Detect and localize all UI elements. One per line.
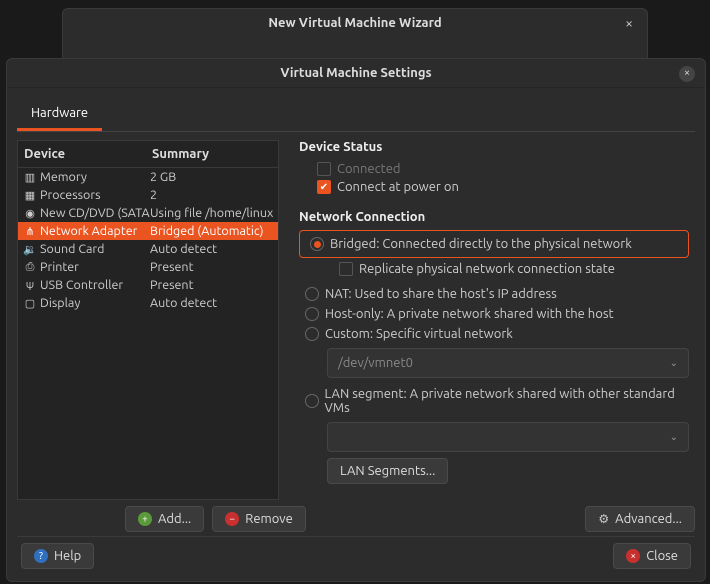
- device-summary: Bridged (Automatic): [150, 224, 274, 238]
- gear-icon: ⚙: [598, 512, 609, 526]
- replicate-checkbox-row[interactable]: Replicate physical network connection st…: [299, 260, 689, 278]
- lanseg-label: LAN segment: A private network shared wi…: [325, 387, 689, 415]
- header-summary: Summary: [152, 147, 272, 161]
- connected-checkbox: [317, 162, 331, 176]
- display-icon: ▢: [22, 297, 38, 310]
- device-summary: 2 GB: [150, 170, 274, 184]
- device-name: USB Controller: [40, 278, 150, 292]
- device-row-network-adapter[interactable]: ⋔ Network Adapter Bridged (Automatic): [18, 222, 278, 240]
- remove-label: Remove: [245, 512, 293, 526]
- connected-label: Connected: [337, 162, 401, 176]
- chevron-down-icon: ⌄: [670, 431, 678, 443]
- device-name: Network Adapter: [40, 224, 150, 238]
- network-icon: ⋔: [22, 225, 38, 238]
- device-row-processors[interactable]: ▦ Processors 2: [18, 186, 278, 204]
- remove-button[interactable]: − Remove: [212, 506, 306, 532]
- help-button[interactable]: ? Help: [21, 543, 94, 569]
- chevron-down-icon: ⌄: [670, 357, 678, 369]
- disc-icon: ◉: [22, 207, 38, 220]
- device-name: Display: [40, 296, 150, 310]
- device-list: Device Summary ▥ Memory 2 GB ▦ Processor…: [17, 140, 279, 500]
- custom-radio-row[interactable]: Custom: Specific virtual network: [299, 324, 689, 344]
- hostonly-radio-row[interactable]: Host-only: A private network shared with…: [299, 304, 689, 324]
- printer-icon: ⎙: [22, 261, 38, 274]
- tab-hardware[interactable]: Hardware: [17, 98, 102, 131]
- settings-title: Virtual Machine Settings: [7, 59, 705, 88]
- usb-icon: ψ: [22, 279, 38, 291]
- settings-close-icon[interactable]: ×: [679, 66, 695, 82]
- replicate-checkbox[interactable]: [339, 262, 353, 276]
- lanseg-dropdown[interactable]: ⌄: [327, 422, 689, 452]
- footer: ? Help × Close: [17, 536, 695, 575]
- nat-radio[interactable]: [305, 287, 319, 301]
- nat-radio-row[interactable]: NAT: Used to share the host's IP address: [299, 284, 689, 304]
- header-device: Device: [24, 147, 152, 161]
- connected-checkbox-row: Connected: [299, 160, 689, 178]
- custom-label: Custom: Specific virtual network: [325, 327, 513, 341]
- device-list-header: Device Summary: [18, 141, 278, 168]
- power-on-checkbox-row[interactable]: ✔ Connect at power on: [299, 178, 689, 196]
- hostonly-radio[interactable]: [305, 307, 319, 321]
- lan-segments-button[interactable]: LAN Segments...: [327, 458, 448, 484]
- network-connection-title: Network Connection: [299, 210, 689, 224]
- device-summary: Auto detect: [150, 242, 274, 256]
- close-label: Close: [646, 549, 678, 563]
- lanseg-radio-row[interactable]: LAN segment: A private network shared wi…: [299, 384, 689, 418]
- bridged-radio[interactable]: [310, 237, 324, 251]
- custom-network-value: /dev/vmnet0: [338, 356, 413, 370]
- plus-icon: +: [138, 512, 152, 526]
- device-summary: Auto detect: [150, 296, 274, 310]
- device-row-printer[interactable]: ⎙ Printer Present: [18, 258, 278, 276]
- hostonly-label: Host-only: A private network shared with…: [325, 307, 614, 321]
- device-status-title: Device Status: [299, 140, 689, 154]
- advanced-button[interactable]: ⚙ Advanced...: [585, 506, 695, 532]
- device-row-memory[interactable]: ▥ Memory 2 GB: [18, 168, 278, 186]
- right-panel: Device Status Connected ✔ Connect at pow…: [293, 140, 695, 504]
- nat-label: NAT: Used to share the host's IP address: [325, 287, 557, 301]
- tabs: Hardware: [17, 98, 695, 132]
- lanseg-radio[interactable]: [305, 394, 319, 408]
- device-summary: Present: [150, 278, 274, 292]
- device-name: Processors: [40, 188, 150, 202]
- add-label: Add...: [158, 512, 191, 526]
- custom-network-dropdown[interactable]: /dev/vmnet0 ⌄: [327, 348, 689, 378]
- wizard-title: New Virtual Machine Wizard: [63, 9, 647, 37]
- bridged-radio-highlight: Bridged: Connected directly to the physi…: [299, 230, 689, 258]
- power-on-checkbox[interactable]: ✔: [317, 180, 331, 194]
- close-icon: ×: [626, 549, 640, 563]
- bridged-radio-row[interactable]: Bridged: Connected directly to the physi…: [304, 234, 684, 254]
- wizard-close-icon[interactable]: ×: [625, 16, 633, 30]
- device-name: Printer: [40, 260, 150, 274]
- device-row-display[interactable]: ▢ Display Auto detect: [18, 294, 278, 312]
- replicate-label: Replicate physical network connection st…: [359, 262, 615, 276]
- memory-icon: ▥: [22, 171, 38, 184]
- device-summary: Present: [150, 260, 274, 274]
- device-name: Memory: [40, 170, 150, 184]
- lan-segments-label: LAN Segments...: [340, 464, 435, 478]
- advanced-label: Advanced...: [615, 512, 682, 526]
- device-row-cd-dvd[interactable]: ◉ New CD/DVD (SATA) Using file /home/lin…: [18, 204, 278, 222]
- device-row-usb-controller[interactable]: ψ USB Controller Present: [18, 276, 278, 294]
- help-label: Help: [54, 549, 81, 563]
- minus-icon: −: [225, 512, 239, 526]
- processor-icon: ▦: [22, 189, 38, 202]
- device-summary: Using file /home/linuxte: [150, 206, 274, 220]
- device-name: New CD/DVD (SATA): [40, 206, 150, 220]
- custom-radio[interactable]: [305, 327, 319, 341]
- close-button[interactable]: × Close: [613, 543, 691, 569]
- device-row-sound-card[interactable]: 🔉 Sound Card Auto detect: [18, 240, 278, 258]
- device-summary: 2: [150, 188, 274, 202]
- add-button[interactable]: + Add...: [125, 506, 204, 532]
- help-icon: ?: [34, 549, 48, 563]
- bridged-label: Bridged: Connected directly to the physi…: [330, 237, 632, 251]
- settings-window: Virtual Machine Settings × Hardware Devi…: [6, 58, 706, 582]
- device-name: Sound Card: [40, 242, 150, 256]
- sound-icon: 🔉: [22, 243, 38, 256]
- power-on-label: Connect at power on: [337, 180, 459, 194]
